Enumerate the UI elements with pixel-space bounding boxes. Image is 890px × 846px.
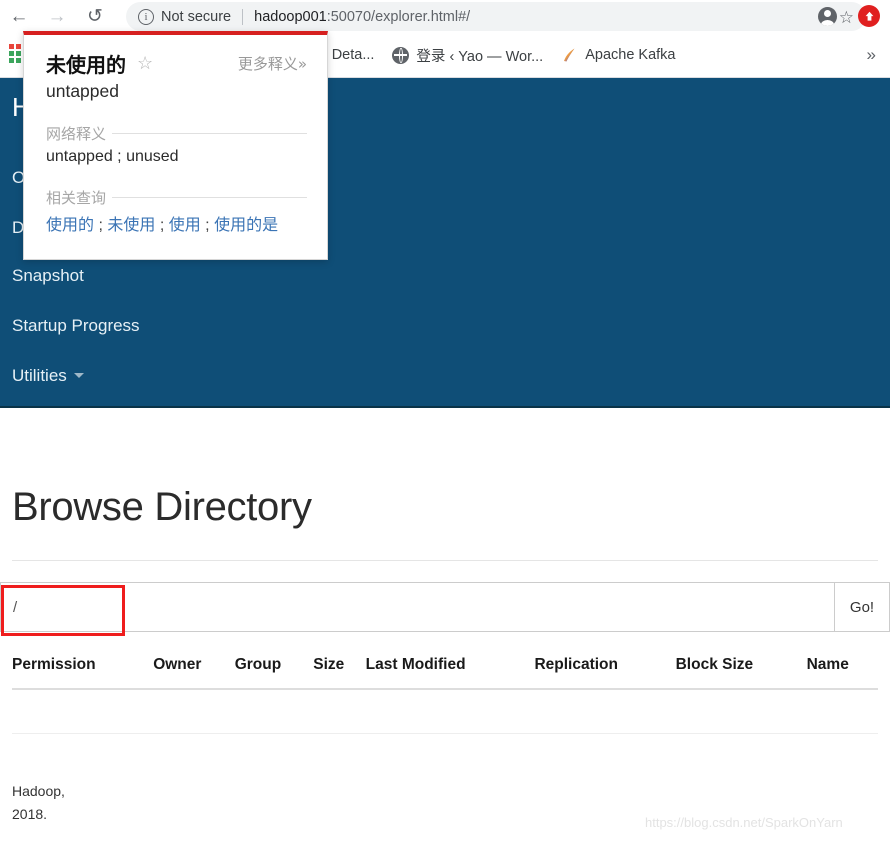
bookmark-item-kafka[interactable]: Apache Kafka	[561, 47, 676, 64]
apps-grid-cell	[16, 58, 21, 63]
footer-line-2: 2018.	[12, 806, 48, 823]
omnibox-divider	[242, 8, 244, 25]
avatar-head	[824, 10, 831, 17]
forward-arrow-icon[interactable]: →	[38, 0, 76, 33]
dictionary-web-section-header: 网络释义	[46, 123, 307, 144]
url-host: hadoop001	[254, 8, 327, 25]
favorite-star-icon[interactable]: ☆	[137, 53, 153, 74]
directory-listing-table: Permission Owner Group Size Last Modifie…	[12, 650, 878, 734]
column-header-name[interactable]: Name	[806, 650, 878, 690]
apps-grid-cell	[9, 44, 14, 49]
url-path: :50070/explorer.html#/	[326, 8, 471, 25]
navigation-buttons: ← → ↺	[0, 0, 114, 33]
info-circle-icon[interactable]: i	[138, 8, 154, 25]
section-rule	[112, 197, 307, 198]
dictionary-header: 未使用的 ☆ 更多释义»	[46, 49, 307, 78]
related-query-link[interactable]: 使用的是	[214, 217, 278, 234]
related-query-link[interactable]: 使用的	[46, 217, 94, 234]
dictionary-translation: untapped	[46, 81, 119, 101]
column-header-owner[interactable]: Owner	[153, 650, 235, 690]
bookmark-item-yao[interactable]: 登录 ‹ Yao — Wor...	[392, 45, 543, 66]
footer-line-1: Hadoop,	[12, 783, 65, 799]
apps-grid-cell	[9, 51, 14, 56]
sidebar-item-snapshot[interactable]: Snapshot	[12, 266, 84, 286]
avatar-body	[821, 20, 834, 26]
web-meaning-label: 网络释义	[46, 125, 107, 143]
sidebar-item-startup-progress[interactable]: Startup Progress	[12, 316, 140, 336]
feather-favicon-icon	[561, 47, 578, 64]
related-query-link[interactable]: 使用	[169, 217, 201, 234]
section-rule	[112, 133, 307, 134]
browser-toolbar: ← → ↺ i Not secure hadoop001:50070/explo…	[0, 0, 890, 33]
related-query-separator: ;	[94, 217, 108, 234]
column-header-block-size[interactable]: Block Size	[675, 650, 807, 690]
profile-avatar-icon[interactable]	[818, 7, 837, 26]
dictionary-web-meanings: untapped ; unused	[46, 148, 179, 165]
page-title: Browse Directory	[12, 485, 312, 529]
page-footer: Hadoop, 2018.	[12, 780, 65, 826]
bookmarks-overflow-icon[interactable]: »	[867, 45, 876, 65]
sidebar-item-utilities[interactable]: Utilities	[12, 366, 84, 386]
chevron-down-icon	[73, 373, 84, 378]
dictionary-word-row: 未使用的 ☆	[46, 49, 153, 78]
dictionary-related-queries: 使用的 ; 未使用 ; 使用 ; 使用的是	[46, 211, 307, 235]
column-header-group[interactable]: Group	[234, 650, 314, 690]
column-header-last-modified[interactable]: Last Modified	[365, 650, 535, 690]
apps-grid-cell	[16, 51, 21, 56]
security-status-label: Not secure	[161, 8, 232, 25]
empty-cell	[12, 689, 878, 734]
bookmark-label: Apache Kafka	[585, 47, 676, 63]
dictionary-related-section-header: 相关查询	[46, 187, 307, 208]
table-body-empty	[12, 689, 878, 734]
watermark-text: https://blog.csdn.net/SparkOnYarn	[645, 815, 843, 830]
related-query-link[interactable]: 未使用	[107, 217, 155, 234]
screenshot-root: ← → ↺ i Not secure hadoop001:50070/explo…	[0, 0, 890, 846]
back-arrow-icon[interactable]: ←	[0, 0, 38, 33]
reload-icon[interactable]: ↺	[76, 0, 114, 33]
bookmark-star-icon[interactable]: ☆	[839, 8, 854, 28]
dictionary-popup[interactable]: 未使用的 ☆ 更多释义» untapped 网络释义 untapped ; un…	[23, 31, 328, 260]
column-header-replication[interactable]: Replication	[534, 650, 676, 690]
directory-path-input[interactable]	[0, 582, 834, 632]
apps-grid-cell	[9, 58, 14, 63]
more-definitions-link[interactable]: 更多释义»	[238, 53, 307, 74]
related-queries-label: 相关查询	[46, 189, 107, 207]
globe-favicon-icon	[392, 46, 410, 64]
dictionary-word: 未使用的	[46, 53, 126, 77]
address-bar[interactable]: i Not secure hadoop001:50070/explorer.ht…	[126, 2, 866, 31]
apps-grid-cell	[16, 44, 21, 49]
table-row	[12, 689, 878, 734]
extension-icon[interactable]	[858, 5, 880, 27]
sidebar-item-label: Utilities	[12, 366, 67, 385]
related-query-separator: ;	[200, 217, 215, 234]
title-divider	[12, 560, 878, 561]
column-header-size[interactable]: Size	[313, 650, 366, 690]
go-button[interactable]: Go!	[834, 582, 890, 632]
column-header-permission[interactable]: Permission	[12, 650, 154, 690]
related-query-separator: ;	[155, 217, 169, 234]
bookmark-label: 登录 ‹ Yao — Wor...	[416, 48, 544, 65]
table-header-row: Permission Owner Group Size Last Modifie…	[12, 650, 878, 690]
url-text: hadoop001:50070/explorer.html#/	[254, 9, 470, 25]
path-input-group: Go!	[0, 582, 890, 632]
